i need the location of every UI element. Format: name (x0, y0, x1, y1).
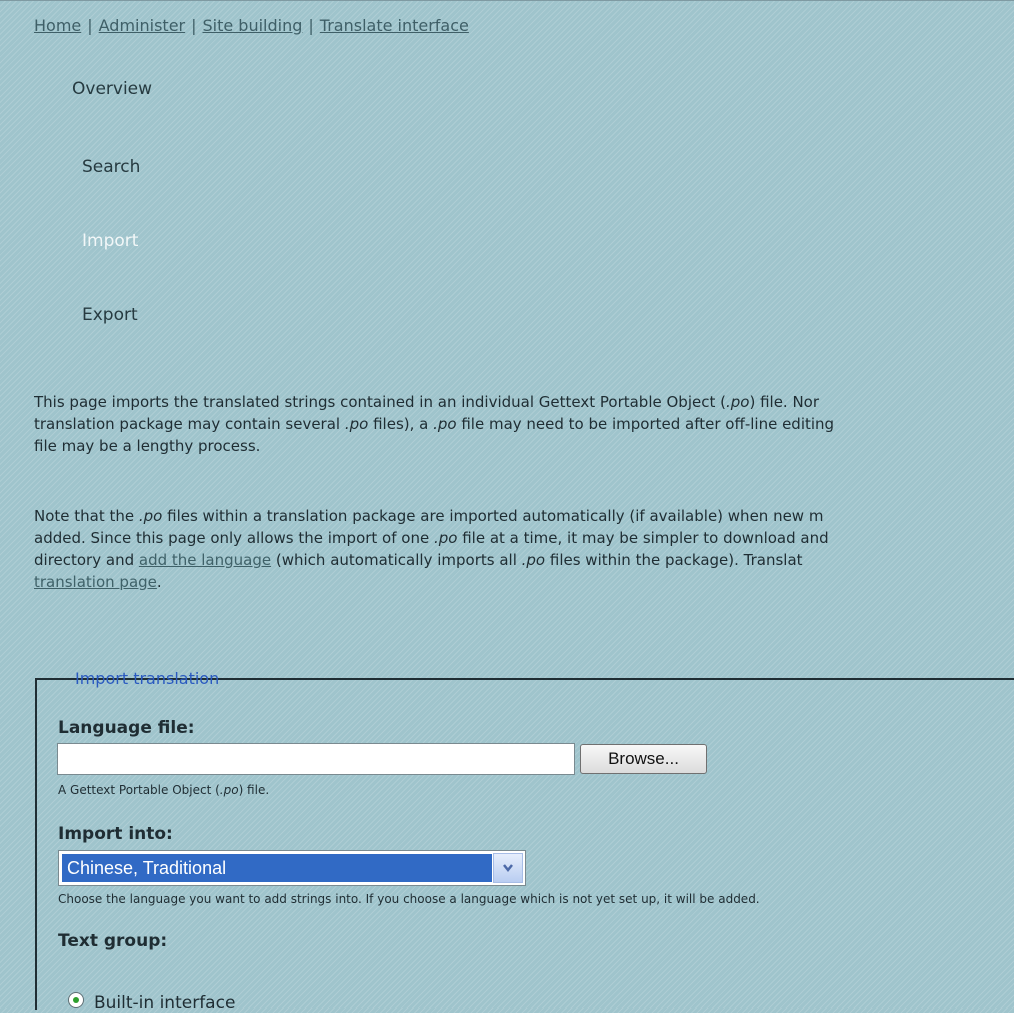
intro-line-2: translation package may contain several … (34, 413, 834, 435)
po-extension: .po (433, 415, 457, 433)
note-text: files within the package). Translat (545, 551, 803, 569)
import-into-selected-value: Chinese, Traditional (62, 854, 492, 882)
intro-text: translation package may contain several (34, 415, 345, 433)
breadcrumb-separator: | (191, 16, 197, 35)
language-file-label: Language file: (58, 718, 195, 738)
intro-text: files), a (368, 415, 434, 433)
breadcrumb-translate-interface-link[interactable]: Translate interface (320, 16, 469, 35)
breadcrumb: Home | Administer | Site building | Translate … (34, 16, 469, 35)
import-into-label: Import into: (58, 824, 173, 844)
chevron-down-icon (503, 864, 513, 873)
breadcrumb-site-building-link[interactable]: Site building (203, 16, 303, 35)
tab-search[interactable]: Search (82, 157, 140, 177)
note-line-2: added. Since this page only allows the i… (34, 527, 829, 549)
top-divider (0, 0, 1014, 1)
intro-line-3: file may be a lengthy process. (34, 437, 261, 455)
intro-text: file may need to be imported after off-l… (456, 415, 835, 433)
note-line-3: directory and add the language (which au… (34, 549, 829, 571)
po-extension: .po (433, 529, 458, 547)
breadcrumb-home-link[interactable]: Home (34, 16, 81, 35)
browse-button[interactable]: Browse... (580, 744, 707, 774)
intro-paragraph: This page imports the translated strings… (34, 391, 834, 457)
note-text: (which automatically imports all (271, 551, 522, 569)
intro-line-1: This page imports the translated strings… (34, 391, 834, 413)
breadcrumb-separator: | (87, 16, 93, 35)
built-in-interface-label[interactable]: Built-in interface (94, 993, 235, 1013)
desc-text: ) file. (238, 783, 270, 797)
note-text: Note that the (34, 507, 139, 525)
fieldset-legend[interactable]: Import translation (72, 669, 222, 688)
po-extension: .po (725, 393, 750, 411)
radio-selected-dot (73, 997, 79, 1003)
breadcrumb-administer-link[interactable]: Administer (99, 16, 185, 35)
import-into-select[interactable]: Chinese, Traditional (58, 850, 526, 886)
text-group-label: Text group: (58, 931, 168, 951)
po-extension: .po (521, 551, 546, 569)
note-text: directory and (34, 551, 139, 569)
note-text: . (156, 573, 162, 591)
language-file-input[interactable] (57, 743, 575, 775)
tab-import[interactable]: Import (82, 231, 138, 251)
po-extension: .po (138, 507, 163, 525)
import-into-description: Choose the language you want to add stri… (58, 892, 760, 906)
built-in-interface-radio[interactable] (68, 992, 84, 1008)
add-language-link[interactable]: add the language (139, 551, 271, 569)
tab-overview[interactable]: Overview (72, 79, 152, 99)
note-line-1: Note that the .po files within a transla… (34, 505, 829, 527)
note-paragraph: Note that the .po files within a transla… (34, 505, 829, 593)
dropdown-arrow-button[interactable] (493, 853, 523, 883)
note-text: added. Since this page only allows the i… (34, 529, 434, 547)
translation-page-link[interactable]: translation page (34, 573, 157, 591)
po-extension: .po (344, 415, 369, 433)
po-extension: .po (219, 783, 239, 797)
intro-text: ) file. Nor (749, 393, 820, 411)
language-file-description: A Gettext Portable Object (.po) file. (58, 783, 269, 797)
note-line-4: translation page. (34, 571, 829, 593)
note-text: files within a translation package are i… (162, 507, 824, 525)
tab-export[interactable]: Export (82, 305, 138, 325)
note-text: file at a time, it may be simpler to dow… (457, 529, 829, 547)
breadcrumb-separator: | (308, 16, 314, 35)
intro-text: This page imports the translated strings… (34, 393, 726, 411)
desc-text: A Gettext Portable Object ( (58, 783, 220, 797)
